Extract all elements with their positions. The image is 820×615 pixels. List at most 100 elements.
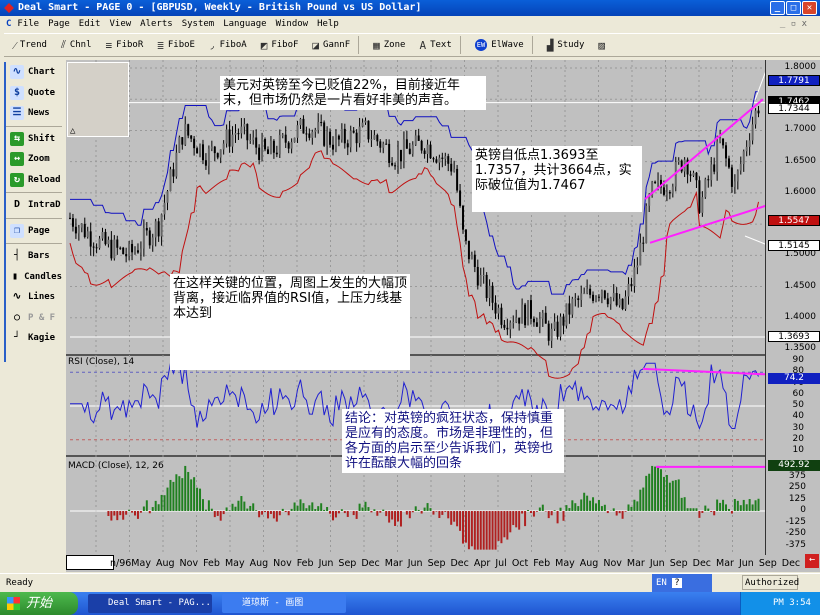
candle-body [730, 167, 733, 187]
candle-body [323, 122, 326, 146]
candle-body [450, 163, 453, 172]
price-tick: 1.6500 [784, 155, 817, 166]
candle-body [603, 290, 606, 299]
candle-body [733, 181, 736, 187]
candle-body [77, 227, 80, 234]
candle-body [627, 283, 630, 297]
candle-body [190, 135, 193, 139]
help-icon[interactable]: ? [672, 578, 682, 588]
candle-body [388, 143, 391, 163]
candle-body [698, 180, 701, 213]
candle-body [538, 318, 541, 327]
candle-body [716, 141, 719, 172]
candle-body [482, 274, 485, 276]
candle-body [234, 133, 237, 135]
candle-body [379, 141, 382, 148]
candle-body [314, 130, 317, 132]
language-indicator[interactable]: EN ? [652, 574, 712, 592]
candle-body [677, 160, 680, 163]
candle-body [136, 250, 139, 253]
candle-body [157, 221, 160, 237]
candle-body [589, 288, 592, 295]
candle-body [394, 165, 397, 167]
date-input-box[interactable] [66, 555, 114, 570]
upper-trendline [644, 98, 764, 200]
collapse-icon[interactable]: △ [70, 126, 75, 136]
macd-tick: 250 [788, 482, 806, 492]
candle-body [553, 321, 556, 329]
candle-body [160, 214, 163, 237]
scroll-left-icon[interactable]: ← [805, 554, 819, 568]
task-label: Deal Smart - PAG... [108, 598, 211, 608]
candle-body [364, 120, 367, 123]
candle-body [727, 158, 730, 168]
candle-body [742, 151, 745, 165]
candle-body [275, 152, 278, 155]
language-label: EN [656, 578, 667, 588]
candle-body [624, 296, 627, 310]
price-tag: 1.5547 [768, 215, 820, 227]
candle-body [352, 130, 355, 133]
rsi-tick: 30 [792, 422, 804, 433]
candle-body [139, 248, 142, 253]
macd-value-tag: 492.92 [768, 459, 820, 471]
candle-body [349, 130, 352, 148]
task-deal-smart[interactable]: Deal Smart - PAG... [88, 594, 212, 613]
candle-body [518, 317, 521, 324]
status-text: Ready [6, 578, 34, 588]
candle-body [284, 134, 287, 143]
candle-body [320, 122, 323, 124]
chart-corner-box: △ [67, 62, 129, 137]
candle-body [346, 143, 349, 148]
candle-body [500, 307, 503, 325]
candle-body [397, 149, 400, 166]
candle-body [69, 217, 71, 219]
candle-body [172, 169, 175, 177]
candle-body [207, 148, 210, 166]
candle-body [654, 181, 657, 183]
candle-body [305, 133, 308, 135]
candle-body [435, 159, 438, 163]
start-label: 开始 [26, 596, 53, 611]
candle-body [154, 221, 157, 238]
candle-body [405, 139, 408, 149]
candle-body [532, 318, 535, 323]
candle-body [444, 156, 447, 159]
task-label: 道琼斯 - 画图 [242, 598, 304, 608]
rsi-value-tag: 74.2 [768, 373, 820, 384]
candle-body [337, 135, 340, 140]
candle-body [494, 302, 497, 314]
candle-body [98, 238, 101, 249]
start-button[interactable]: 开始 [0, 592, 78, 615]
candle-body [692, 172, 695, 176]
candle-body [74, 226, 77, 234]
price-tag: 1.7791 [768, 75, 820, 87]
candle-body [470, 254, 473, 260]
candle-body [485, 274, 488, 299]
candle-body [201, 144, 204, 161]
candle-body [432, 158, 435, 160]
candle-body [668, 192, 671, 194]
candle-body [278, 135, 281, 155]
candle-body [175, 152, 178, 177]
task-paint[interactable]: 道琼斯 - 画图 [222, 594, 346, 613]
candle-body [438, 157, 441, 163]
candle-body [402, 139, 405, 162]
candle-body [417, 135, 420, 141]
candle-body [491, 285, 494, 303]
candle-body [358, 126, 361, 144]
rsi-tick: 50 [792, 400, 804, 410]
rsi-tick: 60 [792, 388, 804, 399]
candle-body [367, 120, 370, 140]
candle-body [571, 298, 574, 315]
candle-body [329, 131, 332, 145]
candle-body [151, 237, 154, 246]
macd-tick: -125 [785, 516, 806, 527]
candle-body [497, 307, 500, 314]
macd-tick: 0 [800, 505, 806, 515]
candle-body [725, 145, 728, 159]
candle-body [196, 148, 199, 154]
candle-body [331, 144, 334, 150]
annotation-divergence: 在这样关键的位置，周图上发生的大幅顶背离，接近临界值的RSI值，上压力线基本达到 [170, 274, 410, 370]
candle-body [636, 265, 639, 268]
